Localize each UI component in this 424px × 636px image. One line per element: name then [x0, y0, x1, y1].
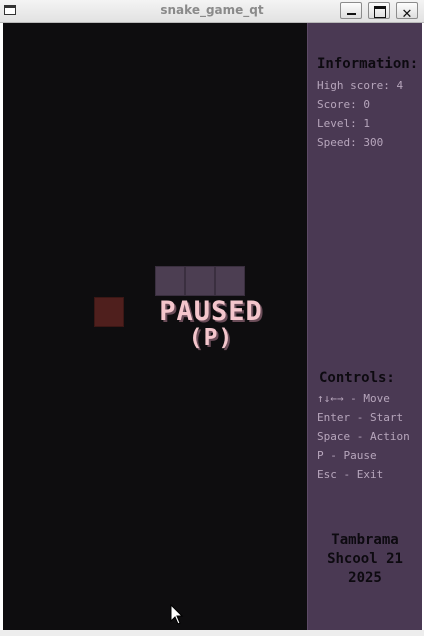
credit-line-3: 2025 — [348, 570, 382, 586]
credit-line-1: Tambrama — [331, 532, 399, 548]
control-move: ↑↓←→ - Move — [317, 392, 390, 405]
score-label: Score: 0 — [317, 98, 370, 111]
info-panel: Information: High score: 4 Score: 0 Leve… — [307, 23, 422, 630]
control-action: Space - Action — [317, 430, 410, 443]
snake-segment — [155, 266, 185, 296]
paused-hint: (P) — [188, 325, 234, 351]
snake-segment — [185, 266, 215, 296]
paused-overlay: PAUSED (P) — [139, 296, 283, 351]
window-bottom-border — [0, 630, 424, 636]
credit-line-2: Shcool 21 — [327, 551, 403, 567]
minimize-button[interactable] — [340, 2, 362, 19]
maximize-button[interactable] — [368, 2, 390, 19]
window-titlebar[interactable]: snake_game_qt ✕ — [0, 0, 424, 23]
controls-heading: Controls: — [319, 370, 395, 386]
food-apple — [94, 297, 124, 327]
credit-block: Tambrama Shcool 21 2025 — [308, 531, 422, 588]
snake-segment — [215, 266, 245, 296]
level-label: Level: 1 — [317, 117, 370, 130]
close-icon: ✕ — [401, 7, 413, 22]
speed-label: Speed: 300 — [317, 136, 384, 149]
control-start: Enter - Start — [317, 411, 404, 424]
control-pause: P - Pause — [317, 449, 377, 462]
control-exit: Esc - Exit — [317, 468, 384, 481]
high-score-label: High score: 4 — [317, 79, 404, 92]
mouse-cursor-icon — [170, 604, 184, 625]
game-field[interactable]: PAUSED (P) — [3, 23, 307, 630]
information-heading: Information: — [317, 56, 419, 72]
paused-title: PAUSED — [159, 296, 263, 327]
close-button[interactable]: ✕ — [396, 2, 418, 22]
